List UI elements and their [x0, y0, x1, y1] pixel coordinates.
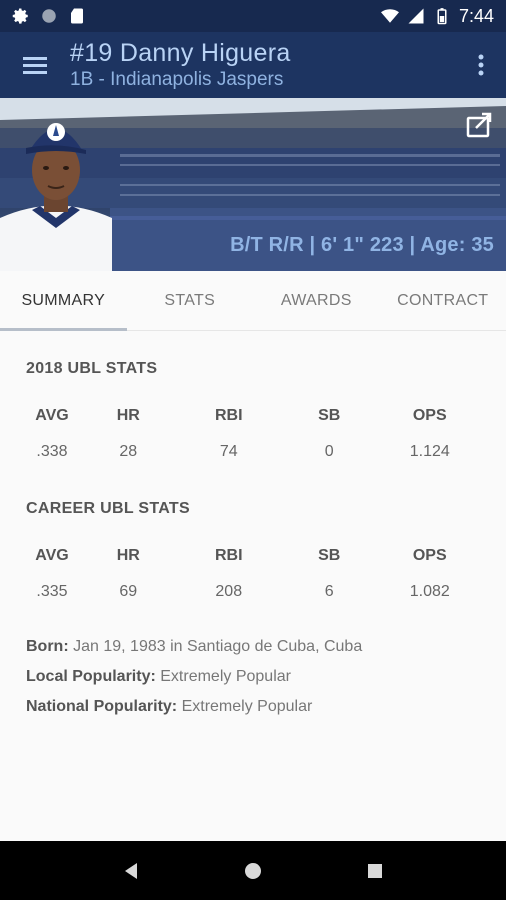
more-vert-icon [478, 54, 484, 76]
stat-header: SB [318, 547, 341, 564]
wifi-icon [380, 9, 399, 23]
local-popularity-value: Extremely Popular [160, 668, 291, 685]
player-info-list: Born: Jan 19, 1983 in Santiago de Cuba, … [26, 632, 480, 722]
national-popularity-value: Extremely Popular [181, 698, 313, 715]
stat-value: 208 [215, 583, 243, 600]
stat-value: .335 [36, 583, 68, 600]
stat-header: RBI [214, 407, 243, 424]
status-bar: 7:44 [0, 0, 506, 32]
tab-stats[interactable]: STATS [127, 271, 254, 330]
tab-awards[interactable]: AWARDS [253, 271, 380, 330]
stat-header: HR [116, 547, 140, 564]
stat-value: 69 [119, 583, 138, 600]
share-icon[interactable] [466, 112, 494, 138]
stat-value: 0 [324, 443, 334, 460]
signal-icon [408, 8, 424, 24]
recents-icon[interactable] [365, 861, 385, 881]
tab-bar: SUMMARY STATS AWARDS CONTRACT [0, 271, 506, 331]
sd-card-icon [71, 8, 83, 24]
stat-header: AVG [35, 547, 69, 564]
system-navigation-bar [0, 841, 506, 900]
stat-value: .338 [36, 443, 68, 460]
player-hero-banner: B/T R/R | 6' 1" 223 | Age: 35 [0, 98, 506, 271]
stat-header: HR [116, 407, 140, 424]
status-time: 7:44 [458, 5, 494, 26]
born-row: Born: Jan 19, 1983 in Santiago de Cuba, … [26, 632, 480, 662]
season-stats-title: 2018 UBL STATS [26, 360, 158, 377]
stat-value: 74 [219, 443, 238, 460]
stat-header: OPS [412, 547, 447, 564]
status-right-icons: 7:44 [380, 5, 494, 27]
player-name-title: #19 Danny Higuera [70, 39, 291, 67]
stat-value: 28 [119, 443, 138, 460]
battery-icon [437, 8, 447, 25]
stat-value: 6 [324, 583, 334, 600]
season-stats-table: AVG HR RBI SB OPS .338 28 74 0 1.124 [26, 398, 480, 470]
career-stats-table: AVG HR RBI SB OPS .335 69 208 6 1.082 [26, 538, 480, 610]
local-popularity-label: Local Popularity: [26, 668, 156, 685]
app-bar-titles: #19 Danny Higuera 1B - Indianapolis Jasp… [70, 38, 456, 92]
circle-icon [42, 9, 56, 23]
tab-contract[interactable]: CONTRACT [380, 271, 506, 330]
stat-header: SB [318, 407, 341, 424]
stat-header: RBI [214, 547, 243, 564]
national-popularity-row: National Popularity: Extremely Popular [26, 692, 480, 722]
player-team-subtitle: 1B - Indianapolis Jaspers [70, 69, 284, 90]
status-left-icons [12, 7, 86, 25]
stat-header: AVG [35, 407, 69, 424]
app-bar: #19 Danny Higuera 1B - Indianapolis Jasp… [0, 32, 506, 98]
stat-header: OPS [412, 407, 447, 424]
more-options-button[interactable] [456, 32, 506, 98]
born-label: Born: [26, 638, 69, 655]
hamburger-menu-icon [23, 57, 47, 74]
back-icon[interactable] [121, 861, 141, 881]
hamburger-menu-button[interactable] [0, 32, 70, 98]
player-avatar [0, 123, 112, 271]
player-bio-line: B/T R/R | 6' 1" 223 | Age: 35 [230, 234, 494, 256]
tab-summary[interactable]: SUMMARY [0, 271, 127, 331]
gear-icon [12, 8, 28, 24]
summary-content: 2018 UBL STATS AVG HR RBI SB OPS .338 28… [0, 332, 506, 722]
home-icon[interactable] [243, 861, 263, 881]
stat-value: 1.082 [409, 583, 450, 600]
career-stats-title: CAREER UBL STATS [26, 500, 190, 517]
stat-value: 1.124 [409, 443, 450, 460]
born-value: Jan 19, 1983 in Santiago de Cuba, Cuba [73, 638, 363, 655]
national-popularity-label: National Popularity: [26, 698, 178, 715]
local-popularity-row: Local Popularity: Extremely Popular [26, 662, 480, 692]
